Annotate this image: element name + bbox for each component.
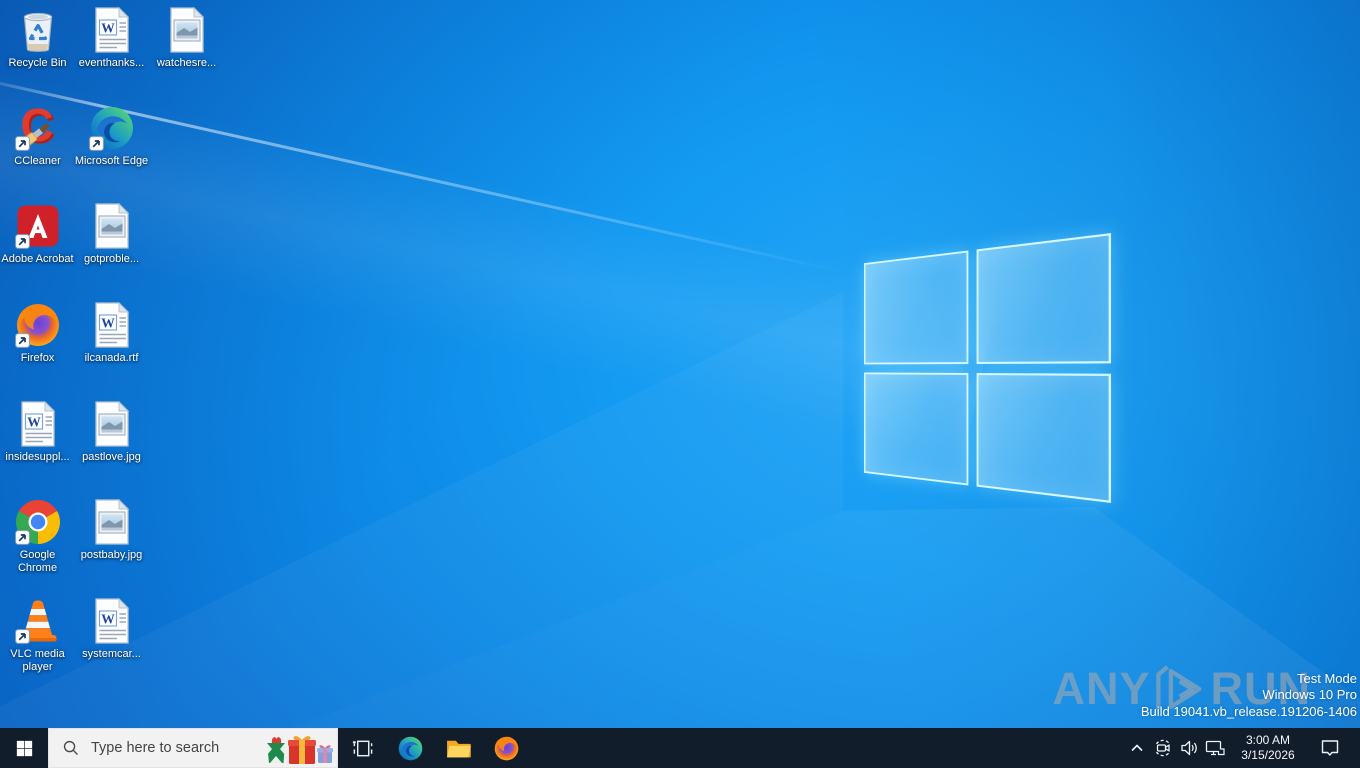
desktop-icon-watchesre[interactable]: watchesre...: [149, 6, 224, 70]
meet-now-button[interactable]: [1150, 728, 1176, 768]
build-number-line: Build 19041.vb_release.191206-1406: [1140, 703, 1357, 719]
taskbar: Type here to search 3:00 AM 3/15/2026: [0, 728, 1360, 768]
desktop-icon-vlc[interactable]: VLC media player: [0, 597, 75, 674]
word-document-icon: [88, 597, 136, 645]
anyrun-watermark-left-text: ANY: [1052, 663, 1151, 714]
windows-start-icon: [16, 740, 33, 757]
test-mode-line: Test Mode: [1297, 671, 1357, 686]
desktop-icon-postbaby[interactable]: postbaby.jpg: [74, 498, 149, 562]
image-file-icon: [88, 498, 136, 546]
shortcut-arrow-icon: [15, 629, 30, 644]
system-tray: 3:00 AM 3/15/2026: [1124, 728, 1360, 768]
taskbar-edge-button[interactable]: [386, 728, 434, 768]
taskbar-firefox-button[interactable]: [482, 728, 530, 768]
chevron-up-icon: [1130, 743, 1144, 753]
windows-edition-line: Windows 10 Pro: [1262, 687, 1357, 703]
network-ethernet-icon: [1204, 738, 1226, 758]
desktop-icon-ilcanada[interactable]: ilcanada.rtf: [74, 301, 149, 365]
taskbar-file-explorer-button[interactable]: [434, 728, 482, 768]
desktop-icon-adobe-acrobat[interactable]: Adobe Acrobat: [0, 202, 75, 266]
word-document-icon: [14, 400, 62, 448]
shortcut-arrow-icon: [89, 136, 104, 151]
action-center-icon: [1319, 738, 1341, 758]
desktop-icon-label: VLC media player: [10, 648, 65, 673]
image-file-icon: [163, 6, 211, 54]
desktop-icon-ccleaner[interactable]: CCleaner: [0, 104, 75, 168]
shortcut-arrow-icon: [15, 333, 30, 348]
desktop-icon-label: pastlove.jpg: [82, 451, 141, 463]
clock-time: 3:00 AM: [1245, 733, 1291, 747]
task-view-button[interactable]: [338, 728, 386, 768]
shortcut-arrow-icon: [15, 530, 30, 545]
taskbar-search-box[interactable]: Type here to search: [48, 728, 338, 768]
show-hidden-icons-button[interactable]: [1124, 728, 1150, 768]
desktop-icon-label: Microsoft Edge: [74, 155, 149, 167]
shortcut-arrow-icon: [15, 136, 30, 151]
volume-button[interactable]: [1176, 728, 1202, 768]
firefox-icon: [493, 735, 520, 762]
desktop-icon-label: Firefox: [20, 352, 55, 364]
network-button[interactable]: [1202, 728, 1228, 768]
taskbar-clock[interactable]: 3:00 AM 3/15/2026: [1228, 733, 1308, 763]
search-placeholder: Type here to search: [91, 740, 220, 756]
desktop-icon-label: gotproble...: [83, 253, 140, 265]
windows-logo-pane: [864, 371, 968, 486]
desktop-icon-label: ilcanada.rtf: [84, 352, 139, 364]
word-document-icon: [88, 301, 136, 349]
holiday-gifts-icon[interactable]: [263, 731, 335, 765]
desktop-icon-label: CCleaner: [14, 155, 61, 167]
desktop-icon-insidesuppl[interactable]: insidesuppl...: [0, 400, 75, 464]
desktop-icon-recycle-bin[interactable]: Recycle Bin: [0, 6, 75, 70]
desktop-icon-label: Adobe Acrobat: [1, 253, 74, 265]
desktop-icon-label: systemcar...: [82, 648, 141, 660]
desktop-icon-microsoft-edge[interactable]: Microsoft Edge: [74, 104, 149, 168]
action-center-button[interactable]: [1308, 728, 1352, 768]
desktop-icon-systemcar[interactable]: systemcar...: [74, 597, 149, 661]
desktop-icon-label: postbaby.jpg: [80, 549, 143, 561]
desktop-icon-label: Google Chrome: [17, 549, 58, 574]
image-file-icon: [88, 400, 136, 448]
meet-now-camera-icon: [1153, 738, 1173, 758]
desktop-wallpaper: [0, 0, 1360, 768]
windows-desktop-screen: Recycle Bin eventhanks... watchesre... C…: [0, 0, 1360, 768]
recycle-bin-icon: [14, 6, 62, 54]
word-document-icon: [88, 6, 136, 54]
windows-logo-pane: [976, 233, 1111, 364]
desktop-icon-pastlove[interactable]: pastlove.jpg: [74, 400, 149, 464]
start-button[interactable]: [0, 728, 48, 768]
desktop-icon-firefox[interactable]: Firefox: [0, 301, 75, 365]
desktop-icon-label: watchesre...: [156, 57, 217, 69]
desktop-icon-google-chrome[interactable]: Google Chrome: [0, 498, 75, 575]
file-explorer-icon: [445, 735, 472, 762]
edge-icon: [397, 735, 424, 762]
clock-date: 3/15/2026: [1241, 748, 1295, 762]
desktop-icon-eventhanks[interactable]: eventhanks...: [74, 6, 149, 70]
task-view-icon: [351, 737, 374, 760]
windows-logo: [864, 233, 1111, 503]
desktop-icon-label: insidesuppl...: [5, 451, 70, 463]
search-icon: [62, 739, 80, 757]
desktop-icon-label: eventhanks...: [78, 57, 145, 69]
desktop-icon-gotproble[interactable]: gotproble...: [74, 202, 149, 266]
volume-icon: [1179, 738, 1199, 758]
test-mode-build-info: Test Mode Windows 10 Pro Build 19041.vb_…: [1141, 671, 1357, 720]
image-file-icon: [88, 202, 136, 250]
windows-logo-pane: [976, 372, 1111, 503]
desktop-icon-label: Recycle Bin: [8, 57, 67, 69]
shortcut-arrow-icon: [15, 234, 30, 249]
windows-logo-pane: [864, 250, 968, 365]
